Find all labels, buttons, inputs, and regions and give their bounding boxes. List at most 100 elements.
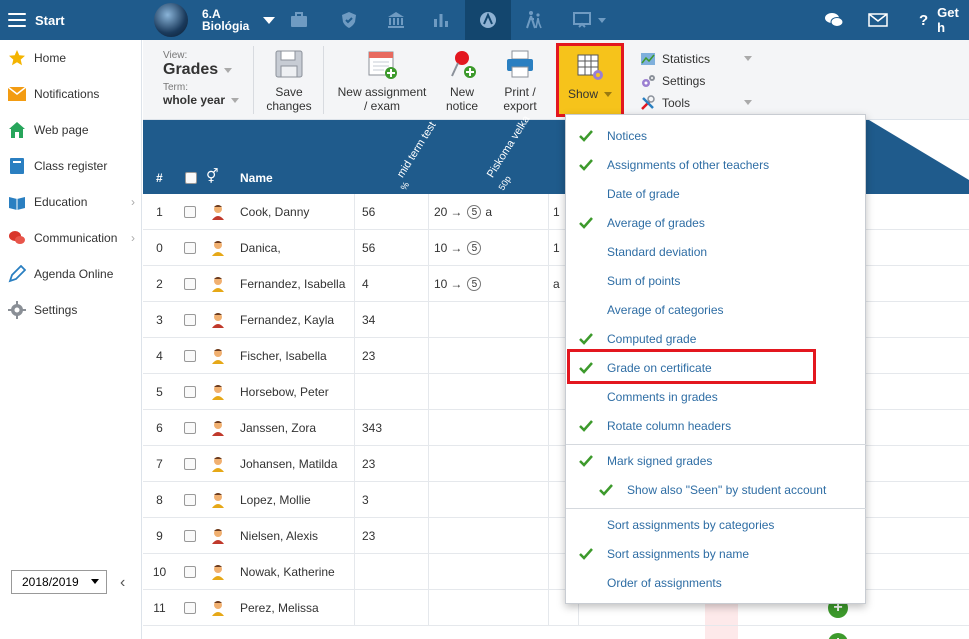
row-checkbox[interactable] xyxy=(183,350,196,362)
grade-cell[interactable] xyxy=(429,554,549,590)
collapse-sidebar-icon[interactable]: ‹ xyxy=(120,574,125,592)
show-menu-item[interactable]: Notices xyxy=(566,121,866,150)
grade-cell[interactable] xyxy=(429,302,549,338)
col-name-header[interactable]: Name xyxy=(240,171,273,185)
stats-nav-button[interactable] xyxy=(418,0,464,40)
row-checkbox[interactable] xyxy=(183,314,196,326)
row-checkbox[interactable] xyxy=(183,494,196,506)
row-checkbox[interactable] xyxy=(183,386,196,398)
grade-mark[interactable]: 5 xyxy=(467,205,482,219)
student-name[interactable]: Nielsen, Alexis xyxy=(233,518,355,554)
save-changes-button[interactable]: Save changes xyxy=(265,48,313,113)
grade-cell[interactable] xyxy=(355,590,429,626)
row-checkbox[interactable] xyxy=(183,566,196,578)
select-all-checkbox[interactable] xyxy=(185,172,197,184)
show-menu-item[interactable]: Sum of points xyxy=(566,266,866,295)
grade-cell[interactable] xyxy=(355,554,429,590)
row-checkbox[interactable] xyxy=(183,278,196,290)
show-menu-item[interactable]: Order of assignments xyxy=(566,568,866,597)
statistics-menu[interactable]: Statistics xyxy=(640,48,752,70)
sidebar-item-web-page[interactable]: Web page xyxy=(0,112,141,148)
student-name[interactable]: Fernandez, Kayla xyxy=(233,302,355,338)
col1-header[interactable]: mid term test xyxy=(395,120,439,180)
student-name[interactable]: Cook, Danny xyxy=(233,194,355,230)
grade-cell[interactable]: 4 xyxy=(355,266,429,302)
tools-menu[interactable]: Tools xyxy=(640,92,752,114)
activities-nav-button[interactable] xyxy=(511,0,557,40)
grade-cell[interactable] xyxy=(429,338,549,374)
show-menu-item[interactable]: Mark signed grades xyxy=(566,446,866,475)
grade-cell[interactable]: 23 xyxy=(355,338,429,374)
grade-cell[interactable]: 56 xyxy=(355,194,429,230)
grade-cell[interactable]: 23 xyxy=(355,518,429,554)
new-assignment-button[interactable]: New assignment / exam xyxy=(335,48,429,113)
grade-cell[interactable] xyxy=(355,374,429,410)
shield-nav-button[interactable] xyxy=(326,0,372,40)
row-checkbox[interactable] xyxy=(183,458,196,470)
help-button[interactable]: ? Get h xyxy=(919,0,969,40)
mail-top-button[interactable] xyxy=(868,0,888,40)
grade-cell[interactable]: 10 → 5 xyxy=(429,230,549,266)
settings-menu[interactable]: Settings xyxy=(640,70,752,92)
grade-cell[interactable] xyxy=(429,482,549,518)
start-menu-button[interactable]: Start xyxy=(0,0,142,40)
student-name[interactable]: Fernandez, Isabella xyxy=(233,266,355,302)
board-nav-button[interactable] xyxy=(561,0,617,40)
student-name[interactable]: Lopez, Mollie xyxy=(233,482,355,518)
show-menu-item[interactable]: Average of grades xyxy=(566,208,866,237)
grade-cell[interactable]: 20 → 5 a xyxy=(429,194,549,230)
grade-mark[interactable]: 5 xyxy=(467,241,482,255)
grade-cell[interactable] xyxy=(429,518,549,554)
chat-top-button[interactable] xyxy=(824,0,844,40)
grade-cell[interactable] xyxy=(429,410,549,446)
student-name[interactable]: Perez, Melissa xyxy=(233,590,355,626)
grade-cell[interactable] xyxy=(429,374,549,410)
student-name[interactable]: Johansen, Matilda xyxy=(233,446,355,482)
row-checkbox[interactable] xyxy=(183,422,196,434)
col2-header[interactable]: Piskoma velka xyxy=(485,113,533,180)
sidebar-item-notifications[interactable]: Notifications xyxy=(0,76,141,112)
sidebar-item-settings[interactable]: Settings xyxy=(0,292,141,328)
school-year-select[interactable]: 2018/2019 xyxy=(11,570,107,594)
add-grade-button[interactable]: + xyxy=(828,633,848,639)
class-selector[interactable]: 6.A Biológia xyxy=(154,3,276,37)
show-menu-item[interactable]: Rotate column headers xyxy=(566,411,866,440)
row-checkbox[interactable] xyxy=(183,602,196,614)
grade-cell[interactable]: 343 xyxy=(355,410,429,446)
show-menu-item[interactable]: Standard deviation xyxy=(566,237,866,266)
show-menu-item[interactable]: Date of grade xyxy=(566,179,866,208)
grade-cell[interactable]: 10 → 5 xyxy=(429,266,549,302)
sidebar-item-communication[interactable]: Communication › xyxy=(0,220,141,256)
sidebar-item-home[interactable]: Home xyxy=(0,40,141,76)
grade-cell[interactable]: 3 xyxy=(355,482,429,518)
print-export-button[interactable]: Print / export xyxy=(497,48,543,113)
show-menu-item[interactable]: Comments in grades xyxy=(566,382,866,411)
student-name[interactable]: Nowak, Katherine xyxy=(233,554,355,590)
school-nav-button[interactable] xyxy=(373,0,419,40)
view-selector[interactable]: View: Grades Term: whole year xyxy=(163,50,240,107)
show-menu-item[interactable]: Show also "Seen" by student account xyxy=(566,475,866,504)
row-checkbox[interactable] xyxy=(183,242,196,254)
row-checkbox[interactable] xyxy=(183,206,196,218)
grade-cell[interactable]: 34 xyxy=(355,302,429,338)
grade-mark[interactable]: 5 xyxy=(467,277,482,291)
new-notice-button[interactable]: New notice xyxy=(439,48,485,113)
student-name[interactable]: Horsebow, Peter xyxy=(233,374,355,410)
show-menu-item[interactable]: Sort assignments by categories xyxy=(566,510,866,539)
student-name[interactable]: Fischer, Isabella xyxy=(233,338,355,374)
show-menu-item[interactable]: Assignments of other teachers xyxy=(566,150,866,179)
grade-cell[interactable] xyxy=(429,590,549,626)
show-menu-item[interactable]: Sort assignments by name xyxy=(566,539,866,568)
show-button[interactable]: Show xyxy=(556,43,624,117)
show-menu-item[interactable]: Average of categories xyxy=(566,295,866,324)
sidebar-item-class-register[interactable]: Class register xyxy=(0,148,141,184)
grade-cell[interactable]: 23 xyxy=(355,446,429,482)
grade-cell[interactable] xyxy=(429,446,549,482)
row-checkbox[interactable] xyxy=(183,530,196,542)
grades-nav-button[interactable] xyxy=(465,0,511,40)
briefcase-nav-button[interactable] xyxy=(276,0,322,40)
sidebar-item-education[interactable]: Education › xyxy=(0,184,141,220)
student-name[interactable]: Danica, xyxy=(233,230,355,266)
student-name[interactable]: Janssen, Zora xyxy=(233,410,355,446)
sidebar-item-agenda-online[interactable]: Agenda Online xyxy=(0,256,141,292)
